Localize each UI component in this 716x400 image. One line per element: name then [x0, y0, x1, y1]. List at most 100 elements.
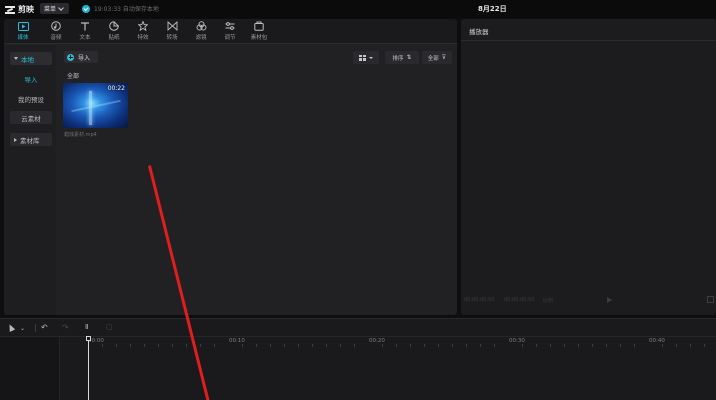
tab-label: 音频 — [50, 35, 62, 41]
autosave-text: 19:03:33 自动保存本地 — [94, 6, 159, 13]
grid-view-icon — [359, 54, 366, 61]
sticker-icon — [109, 21, 120, 31]
ruler-tick — [452, 344, 453, 347]
undo-icon[interactable]: ↶ — [41, 323, 48, 332]
ruler-tick — [102, 344, 103, 347]
nav-label: 导入 — [24, 75, 38, 84]
ruler-tick — [382, 344, 383, 347]
tab-label: 调节 — [224, 35, 236, 41]
tab-asset-pack[interactable]: 素材包 — [245, 20, 273, 43]
clip-filename: 蜡烛素材.mp4 — [64, 132, 97, 138]
ruler-tick — [592, 344, 593, 347]
toolbar-divider — [35, 324, 36, 332]
menu-button[interactable]: 菜单 — [40, 3, 69, 14]
ruler-tick — [340, 344, 341, 347]
media-clip-thumbnail[interactable]: 00:22 — [63, 83, 128, 128]
nav-import[interactable]: 导入 — [10, 72, 52, 85]
nav-label: 云素材 — [21, 114, 41, 123]
text-icon — [80, 21, 91, 31]
sort-button[interactable]: 排序 ⇅ — [385, 51, 419, 64]
tab-audio[interactable]: 音频 — [42, 20, 70, 43]
sort-label: 排序 — [392, 55, 404, 62]
ruler-tick — [130, 344, 131, 347]
plus-circle-icon — [67, 53, 74, 61]
tab-adjust[interactable]: 调节 — [216, 20, 244, 43]
ruler-tick — [424, 344, 425, 347]
select-cursor-icon[interactable] — [6, 323, 16, 332]
ruler-tick — [144, 344, 145, 347]
ruler-tick — [284, 344, 285, 347]
ruler-tick — [578, 344, 579, 347]
import-button[interactable]: 导入 — [64, 51, 98, 63]
caret-down-icon — [14, 57, 18, 60]
tab-filter[interactable]: 滤镜 — [187, 20, 215, 43]
play-icon[interactable] — [607, 297, 612, 303]
nav-cloud-assets[interactable]: 云素材 — [10, 111, 52, 124]
ruler-tick — [564, 344, 565, 347]
effects-icon — [138, 21, 149, 31]
media-side-nav: 本地 导入 我的预设 云素材 素材库 — [4, 45, 56, 315]
ruler-tick — [466, 344, 467, 347]
check-circle-icon — [82, 4, 90, 13]
ruler-tick — [536, 344, 537, 347]
view-mode-button[interactable] — [353, 51, 379, 64]
filter-icon — [196, 21, 207, 31]
track-header-column — [0, 337, 60, 400]
tab-label: 媒体 — [17, 35, 29, 41]
ruler-tick — [354, 344, 355, 347]
filter-all-button[interactable]: 全部 ⊽ — [422, 51, 452, 64]
ruler-tick — [116, 344, 117, 347]
tab-effects[interactable]: 特效 — [129, 20, 157, 43]
nav-library-group[interactable]: 素材库 — [10, 133, 52, 146]
timeline-ruler[interactable]: 00:00 00:10 00:20 00:30 00:40 — [60, 337, 716, 347]
ruler-tick — [606, 344, 607, 347]
ruler-tick — [396, 344, 397, 347]
ruler-tick — [186, 344, 187, 347]
ruler-tick — [494, 344, 495, 347]
tab-sticker[interactable]: 贴纸 — [100, 20, 128, 43]
funnel-icon: ⊽ — [441, 54, 447, 61]
nav-label: 本地 — [21, 55, 34, 64]
timeline-playhead[interactable] — [88, 336, 89, 400]
ruler-tick — [214, 344, 215, 347]
tab-transition[interactable]: 转场 — [158, 20, 186, 43]
nav-label: 我的预设 — [18, 95, 44, 104]
chevron-down-icon — [369, 56, 373, 59]
player-title: 播放器 — [469, 28, 489, 36]
ruler-tick — [410, 344, 411, 347]
ruler-tick — [676, 344, 677, 347]
fullscreen-icon[interactable] — [707, 296, 714, 303]
ruler-tick — [634, 344, 635, 347]
project-title[interactable]: 8月22日 — [478, 4, 507, 14]
tab-label: 贴纸 — [108, 35, 120, 41]
adjust-icon — [225, 21, 236, 31]
sort-icon: ⇅ — [406, 54, 412, 61]
chevron-down-icon[interactable]: ⌄ — [20, 324, 25, 333]
playhead-handle[interactable] — [86, 336, 91, 341]
ruler-tick — [550, 344, 551, 347]
player-total-time: 00:00:00:00 — [504, 297, 535, 303]
nav-label: 素材库 — [20, 136, 40, 145]
audio-icon — [51, 21, 62, 31]
delete-icon[interactable]: ▢ — [106, 323, 113, 332]
autosave-status: 19:03:33 自动保存本地 — [82, 4, 159, 13]
ruler-tick — [270, 344, 271, 347]
redo-icon[interactable]: ↷ — [62, 323, 69, 332]
ratio-button[interactable]: 比例 — [543, 297, 553, 304]
ruler-tick — [298, 344, 299, 347]
tab-media[interactable]: 媒体 — [9, 20, 37, 43]
split-icon[interactable]: Ⅱ — [85, 323, 88, 332]
import-label: 导入 — [78, 54, 91, 62]
player-panel: 播放器 00:00:00:00 00:00:00:00 比例 — [461, 19, 716, 315]
ruler-tick — [620, 344, 621, 347]
transition-icon — [167, 21, 178, 31]
chevron-down-icon — [58, 4, 64, 11]
ruler-tick — [326, 344, 327, 347]
player-header: 播放器 — [461, 19, 716, 41]
tab-label: 文本 — [79, 35, 91, 41]
nav-local-group[interactable]: 本地 — [10, 52, 52, 65]
ruler-tick — [256, 344, 257, 347]
capcut-logo-icon — [5, 5, 15, 14]
nav-my-presets[interactable]: 我的预设 — [10, 92, 52, 105]
tab-text[interactable]: 文本 — [71, 20, 99, 43]
